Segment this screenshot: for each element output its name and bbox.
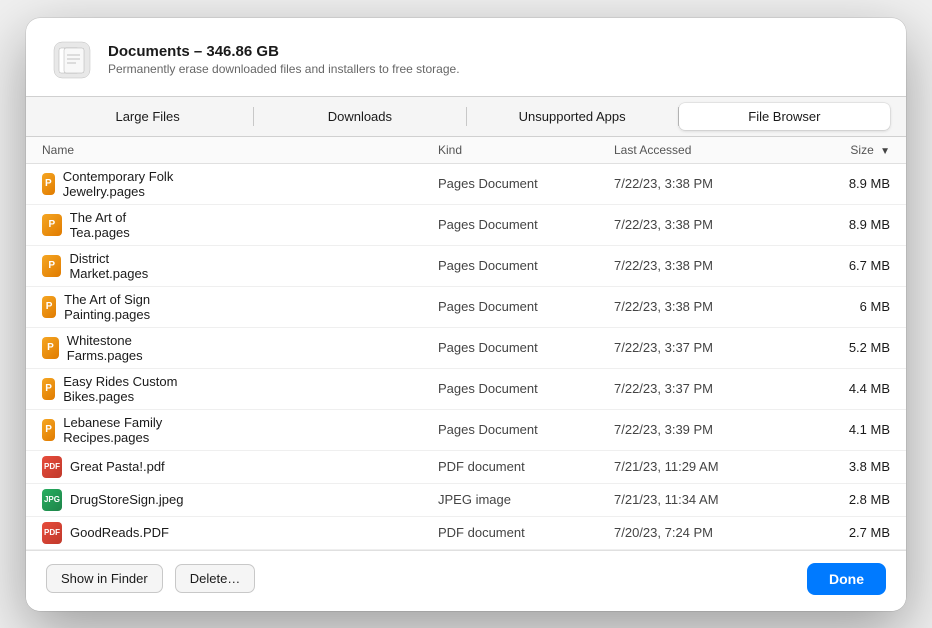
file-icon: P bbox=[42, 214, 62, 236]
file-icon: JPG bbox=[42, 489, 62, 511]
file-kind-cell: PDF document bbox=[422, 516, 598, 549]
file-name-cell: P Lebanese Family Recipes.pages bbox=[26, 410, 204, 450]
main-dialog: Documents – 346.86 GB Permanently erase … bbox=[26, 18, 906, 611]
file-size-cell: 3.8 MB bbox=[792, 450, 906, 483]
file-name-cell: PDF GoodReads.PDF bbox=[26, 517, 204, 549]
file-size-cell: 4.4 MB bbox=[792, 368, 906, 409]
file-size-cell: 5.2 MB bbox=[792, 327, 906, 368]
file-name-text: Contemporary Folk Jewelry.pages bbox=[63, 169, 188, 199]
file-name-text: The Art of Sign Painting.pages bbox=[64, 292, 188, 322]
tabs-bar: Large Files Downloads Unsupported Apps F… bbox=[26, 96, 906, 137]
file-kind-cell: Pages Document bbox=[422, 163, 598, 204]
col-header-size[interactable]: Size ▼ bbox=[792, 137, 906, 164]
table-row[interactable]: P Lebanese Family Recipes.pages Pages Docu… bbox=[26, 409, 906, 450]
table-row[interactable]: P District Market.pages Pages Document7/22… bbox=[26, 245, 906, 286]
col-header-name: Name bbox=[26, 137, 422, 164]
show-in-finder-button[interactable]: Show in Finder bbox=[46, 564, 163, 593]
file-accessed-cell: 7/22/23, 3:39 PM bbox=[598, 409, 792, 450]
file-size-cell: 2.8 MB bbox=[792, 483, 906, 516]
file-kind-cell: Pages Document bbox=[422, 327, 598, 368]
tab-downloads[interactable]: Downloads bbox=[254, 103, 465, 130]
table-row[interactable]: PDF Great Pasta!.pdf PDF document7/21/23, … bbox=[26, 450, 906, 483]
file-icon: P bbox=[42, 419, 55, 441]
dialog-subtitle: Permanently erase downloaded files and i… bbox=[108, 62, 460, 76]
file-accessed-cell: 7/22/23, 3:37 PM bbox=[598, 368, 792, 409]
file-kind-cell: Pages Document bbox=[422, 286, 598, 327]
tab-file-browser[interactable]: File Browser bbox=[679, 103, 890, 130]
file-name-cell: P The Art of Tea.pages bbox=[26, 205, 204, 245]
file-icon: P bbox=[42, 255, 61, 277]
table-row[interactable]: P Whitestone Farms.pages Pages Document7/2… bbox=[26, 327, 906, 368]
file-kind-cell: Pages Document bbox=[422, 409, 598, 450]
table-row[interactable]: JPG DrugStoreSign.jpeg JPEG image7/21/23, … bbox=[26, 483, 906, 516]
file-icon: PDF bbox=[42, 522, 62, 544]
file-name-text: Lebanese Family Recipes.pages bbox=[63, 415, 188, 445]
file-name-cell: P Whitestone Farms.pages bbox=[26, 328, 204, 368]
file-icon: P bbox=[42, 173, 55, 195]
file-name-cell: JPG DrugStoreSign.jpeg bbox=[26, 484, 204, 516]
table-row[interactable]: P The Art of Sign Painting.pages Pages Doc… bbox=[26, 286, 906, 327]
file-kind-cell: Pages Document bbox=[422, 368, 598, 409]
file-icon: P bbox=[42, 378, 55, 400]
file-name-cell: P Easy Rides Custom Bikes.pages bbox=[26, 369, 204, 409]
file-kind-cell: PDF document bbox=[422, 450, 598, 483]
dialog-header: Documents – 346.86 GB Permanently erase … bbox=[26, 18, 906, 96]
file-accessed-cell: 7/20/23, 7:24 PM bbox=[598, 516, 792, 549]
table-body: PContemporary Folk Jewelry.pagesPages Do… bbox=[26, 163, 906, 549]
table-row[interactable]: P Easy Rides Custom Bikes.pages Pages Docu… bbox=[26, 368, 906, 409]
tab-unsupported-apps[interactable]: Unsupported Apps bbox=[467, 103, 678, 130]
header-text-group: Documents – 346.86 GB Permanently erase … bbox=[108, 43, 460, 76]
table-row[interactable]: PDF GoodReads.PDF PDF document7/20/23, 7:2… bbox=[26, 516, 906, 549]
file-kind-cell: Pages Document bbox=[422, 245, 598, 286]
dialog-title: Documents – 346.86 GB bbox=[108, 43, 460, 60]
tab-large-files[interactable]: Large Files bbox=[42, 103, 253, 130]
file-name-text: GoodReads.PDF bbox=[70, 525, 169, 540]
file-name-cell: P District Market.pages bbox=[26, 246, 204, 286]
file-name-text: DrugStoreSign.jpeg bbox=[70, 492, 183, 507]
file-icon: PDF bbox=[42, 456, 62, 478]
file-accessed-cell: 7/22/23, 3:38 PM bbox=[598, 204, 792, 245]
file-size-cell: 6.7 MB bbox=[792, 245, 906, 286]
file-accessed-cell: 7/22/23, 3:38 PM bbox=[598, 286, 792, 327]
col-header-kind: Kind bbox=[422, 137, 598, 164]
file-size-cell: 6 MB bbox=[792, 286, 906, 327]
file-size-cell: 8.9 MB bbox=[792, 163, 906, 204]
documents-icon bbox=[50, 38, 94, 82]
file-name-text: Great Pasta!.pdf bbox=[70, 459, 165, 474]
file-table-container: Name Kind Last Accessed Size ▼ PContempo… bbox=[26, 137, 906, 550]
table-row[interactable]: P The Art of Tea.pages Pages Document7/22/… bbox=[26, 204, 906, 245]
table-row[interactable]: P Contemporary Folk Jewelry.pages Pages Do… bbox=[26, 163, 906, 204]
file-accessed-cell: 7/21/23, 11:29 AM bbox=[598, 450, 792, 483]
file-size-cell: 2.7 MB bbox=[792, 516, 906, 549]
file-icon: P bbox=[42, 296, 56, 318]
file-accessed-cell: 7/22/23, 3:38 PM bbox=[598, 163, 792, 204]
file-name-cell: PDF Great Pasta!.pdf bbox=[26, 451, 204, 483]
file-name-text: The Art of Tea.pages bbox=[70, 210, 188, 240]
file-name-text: Easy Rides Custom Bikes.pages bbox=[63, 374, 188, 404]
delete-button[interactable]: Delete… bbox=[175, 564, 256, 593]
file-name-text: Whitestone Farms.pages bbox=[67, 333, 188, 363]
file-kind-cell: JPEG image bbox=[422, 483, 598, 516]
table-header-row: Name Kind Last Accessed Size ▼ bbox=[26, 137, 906, 164]
col-header-accessed: Last Accessed bbox=[598, 137, 792, 164]
dialog-footer: Show in Finder Delete… Done bbox=[26, 550, 906, 611]
file-table: Name Kind Last Accessed Size ▼ PContempo… bbox=[26, 137, 906, 550]
done-button[interactable]: Done bbox=[807, 563, 886, 595]
sort-arrow-icon: ▼ bbox=[880, 146, 890, 157]
file-kind-cell: Pages Document bbox=[422, 204, 598, 245]
file-accessed-cell: 7/22/23, 3:38 PM bbox=[598, 245, 792, 286]
file-size-cell: 8.9 MB bbox=[792, 204, 906, 245]
footer-left-buttons: Show in Finder Delete… bbox=[46, 564, 255, 593]
file-name-cell: P Contemporary Folk Jewelry.pages bbox=[26, 164, 204, 204]
file-icon: P bbox=[42, 337, 59, 359]
file-accessed-cell: 7/21/23, 11:34 AM bbox=[598, 483, 792, 516]
file-accessed-cell: 7/22/23, 3:37 PM bbox=[598, 327, 792, 368]
file-size-cell: 4.1 MB bbox=[792, 409, 906, 450]
file-name-cell: P The Art of Sign Painting.pages bbox=[26, 287, 204, 327]
file-name-text: District Market.pages bbox=[69, 251, 188, 281]
